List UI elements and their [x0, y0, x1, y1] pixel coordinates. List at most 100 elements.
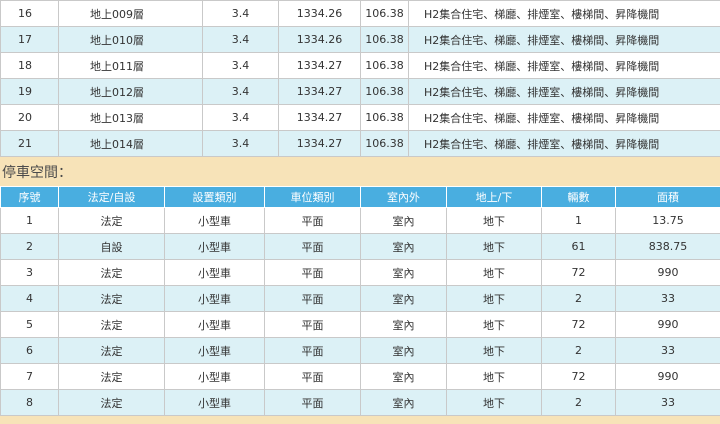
cell-indoor-outdoor: 室內 [360, 337, 447, 364]
cell-indoor-outdoor: 室內 [360, 389, 447, 416]
cell-area: 838.75 [615, 233, 720, 260]
cell-above-below: 地下 [446, 285, 542, 312]
cell-area: 13.75 [615, 207, 720, 234]
cell-setup-type: 小型車 [164, 337, 265, 364]
cell-serial: 4 [0, 285, 59, 312]
column-header-statutory: 法定/自設 [58, 186, 165, 208]
cell-space-type: 平面 [264, 311, 361, 338]
floor-use-cell: H2集合住宅、梯廳、排煙室、樓梯間、昇降機間 [408, 26, 720, 53]
column-header-space-type: 車位類別 [264, 186, 361, 208]
cell-count: 2 [541, 389, 616, 416]
parking-section-title: 停車空間： [2, 165, 72, 181]
cell-setup-type: 小型車 [164, 259, 265, 286]
floor-area-cell: 1334.27 [278, 130, 361, 157]
floor-value-cell: 106.38 [360, 78, 409, 105]
cell-setup-type: 小型車 [164, 233, 265, 260]
floor-height-cell: 3.4 [202, 78, 279, 105]
cell-area: 33 [615, 337, 720, 364]
floor-height-cell: 3.4 [202, 0, 279, 27]
cell-setup-type: 小型車 [164, 285, 265, 312]
cell-indoor-outdoor: 室內 [360, 311, 447, 338]
floor-row: 16 地上009層 3.4 1334.26 106.38 H2集合住宅、梯廳、排… [0, 0, 720, 27]
cell-count: 61 [541, 233, 616, 260]
cell-count: 1 [541, 207, 616, 234]
parking-row: 1 法定 小型車 平面 室內 地下 1 13.75 [0, 207, 720, 234]
floor-value-cell: 106.38 [360, 104, 409, 131]
cell-above-below: 地下 [446, 259, 542, 286]
floor-table-body: 16 地上009層 3.4 1334.26 106.38 H2集合住宅、梯廳、排… [0, 0, 720, 157]
cell-count: 2 [541, 337, 616, 364]
floor-no-cell: 17 [0, 26, 59, 53]
cell-setup-type: 小型車 [164, 311, 265, 338]
floor-name-cell: 地上010層 [58, 26, 203, 53]
column-header-setup-type: 設置類別 [164, 186, 265, 208]
cell-area: 990 [615, 259, 720, 286]
floor-value-cell: 106.38 [360, 0, 409, 27]
floor-use-cell: H2集合住宅、梯廳、排煙室、樓梯間、昇降機間 [408, 52, 720, 79]
floor-height-cell: 3.4 [202, 130, 279, 157]
floor-value-cell: 106.38 [360, 130, 409, 157]
floor-area-cell: 1334.26 [278, 0, 361, 27]
cell-indoor-outdoor: 室內 [360, 207, 447, 234]
cell-space-type: 平面 [264, 207, 361, 234]
floor-row: 20 地上013層 3.4 1334.27 106.38 H2集合住宅、梯廳、排… [0, 104, 720, 131]
cell-indoor-outdoor: 室內 [360, 259, 447, 286]
parking-row: 7 法定 小型車 平面 室內 地下 72 990 [0, 363, 720, 390]
cell-area: 990 [615, 311, 720, 338]
cell-statutory: 法定 [58, 389, 165, 416]
floor-row: 19 地上012層 3.4 1334.27 106.38 H2集合住宅、梯廳、排… [0, 78, 720, 105]
cell-space-type: 平面 [264, 389, 361, 416]
cell-setup-type: 小型車 [164, 207, 265, 234]
floor-use-cell: H2集合住宅、梯廳、排煙室、樓梯間、昇降機間 [408, 130, 720, 157]
parking-row: 2 自設 小型車 平面 室內 地下 61 838.75 [0, 233, 720, 260]
floor-table: 16 地上009層 3.4 1334.26 106.38 H2集合住宅、梯廳、排… [0, 0, 720, 157]
column-header-count: 輛數 [541, 186, 616, 208]
cell-space-type: 平面 [264, 363, 361, 390]
cell-indoor-outdoor: 室內 [360, 285, 447, 312]
cell-space-type: 平面 [264, 285, 361, 312]
cell-above-below: 地下 [446, 337, 542, 364]
floor-name-cell: 地上014層 [58, 130, 203, 157]
floor-no-cell: 20 [0, 104, 59, 131]
column-header-indoor-outdoor: 室內外 [360, 186, 447, 208]
cell-statutory: 法定 [58, 337, 165, 364]
floor-no-cell: 19 [0, 78, 59, 105]
cell-serial: 1 [0, 207, 59, 234]
cell-statutory: 法定 [58, 363, 165, 390]
floor-height-cell: 3.4 [202, 26, 279, 53]
floor-height-cell: 3.4 [202, 104, 279, 131]
floor-no-cell: 18 [0, 52, 59, 79]
floor-no-cell: 16 [0, 0, 59, 27]
cell-space-type: 平面 [264, 259, 361, 286]
cell-serial: 8 [0, 389, 59, 416]
floor-use-cell: H2集合住宅、梯廳、排煙室、樓梯間、昇降機間 [408, 104, 720, 131]
floor-no-cell: 21 [0, 130, 59, 157]
floor-row: 17 地上010層 3.4 1334.26 106.38 H2集合住宅、梯廳、排… [0, 26, 720, 53]
cell-above-below: 地下 [446, 389, 542, 416]
cell-count: 72 [541, 363, 616, 390]
column-header-above-below: 地上/下 [446, 186, 542, 208]
parking-row: 3 法定 小型車 平面 室內 地下 72 990 [0, 259, 720, 286]
cell-area: 33 [615, 285, 720, 312]
floor-value-cell: 106.38 [360, 26, 409, 53]
floor-use-cell: H2集合住宅、梯廳、排煙室、樓梯間、昇降機間 [408, 0, 720, 27]
column-header-serial: 序號 [0, 186, 59, 208]
cell-above-below: 地下 [446, 311, 542, 338]
floor-name-cell: 地上009層 [58, 0, 203, 27]
cell-serial: 6 [0, 337, 59, 364]
cell-count: 72 [541, 311, 616, 338]
floor-area-cell: 1334.27 [278, 78, 361, 105]
parking-table: 序號 法定/自設 設置類別 車位類別 室內外 地上/下 輛數 面積 1 法定 小… [0, 186, 720, 416]
parking-table-header: 序號 法定/自設 設置類別 車位類別 室內外 地上/下 輛數 面積 [0, 186, 720, 208]
floor-value-cell: 106.38 [360, 52, 409, 79]
floor-name-cell: 地上013層 [58, 104, 203, 131]
cell-above-below: 地下 [446, 233, 542, 260]
floor-height-cell: 3.4 [202, 52, 279, 79]
parking-header-row: 序號 法定/自設 設置類別 車位類別 室內外 地上/下 輛數 面積 [0, 186, 720, 208]
cell-serial: 2 [0, 233, 59, 260]
cell-area: 33 [615, 389, 720, 416]
floor-row: 18 地上011層 3.4 1334.27 106.38 H2集合住宅、梯廳、排… [0, 52, 720, 79]
cell-serial: 3 [0, 259, 59, 286]
cell-statutory: 自設 [58, 233, 165, 260]
parking-row: 8 法定 小型車 平面 室內 地下 2 33 [0, 389, 720, 416]
